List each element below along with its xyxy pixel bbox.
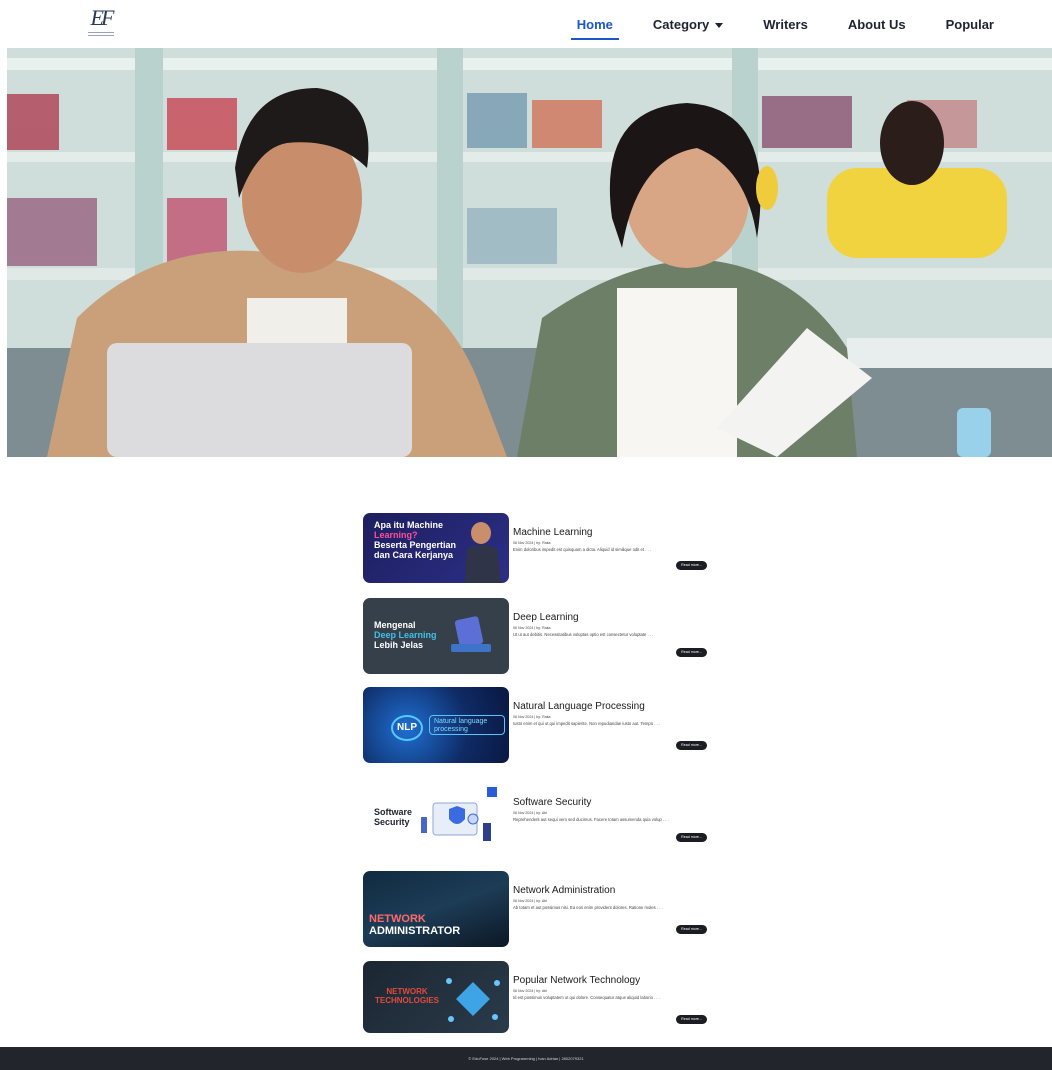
- thumb-line-2: Natural language: [434, 718, 488, 725]
- read-more-button[interactable]: Read more...: [676, 561, 707, 570]
- thumb-line-4: dan Cara Kerjanya: [374, 550, 454, 560]
- article-card-nlp: NLP Natural language processing Natural …: [363, 687, 713, 763]
- thumbnail-deep-learning[interactable]: Mengenal Deep Learning Lebih Jelas: [363, 598, 509, 674]
- nav-home[interactable]: Home: [570, 9, 620, 40]
- thumb-line-1: Apa itu Machine: [374, 520, 444, 530]
- thumbnail-software-security[interactable]: Software Security: [363, 783, 509, 853]
- thumb-line-2: Deep Learning: [374, 630, 437, 640]
- article-meta: 06 Nov 2024 | by: Raka: [513, 715, 551, 719]
- article-card-deep-learning: Mengenal Deep Learning Lebih Jelas Deep …: [363, 598, 713, 674]
- thumbnail-machine-learning[interactable]: Apa itu Machine Learning? Beserta Penger…: [363, 513, 509, 583]
- thumb-line-1: Mengenal: [374, 620, 416, 630]
- thumb-line-2: Security: [374, 817, 410, 827]
- article-excerpt: Id est possimus voluptatem ut qui dolore…: [513, 995, 660, 1000]
- article-meta: 06 Nov 2024 | by: Abi: [513, 899, 548, 903]
- nav-about-us[interactable]: About Us: [842, 9, 912, 40]
- caret-down-icon: [715, 22, 724, 28]
- article-title[interactable]: Natural Language Processing: [513, 701, 645, 712]
- laptop-illustration-icon: [451, 616, 491, 652]
- article-title[interactable]: Network Administration: [513, 885, 615, 896]
- article-meta: 06 Nov 2024 | by: Abi: [513, 811, 548, 815]
- logo-mark: EF: [90, 5, 115, 30]
- thumb-line-1: NETWORK: [369, 913, 426, 925]
- thumbnail-caption: Software Security: [374, 807, 412, 827]
- article-title[interactable]: Deep Learning: [513, 612, 579, 623]
- thumb-line-3: processing: [434, 726, 468, 733]
- nav-writers[interactable]: Writers: [757, 9, 814, 40]
- read-more-button[interactable]: Read more...: [676, 741, 707, 750]
- article-meta: 06 Nov 2024 | by: Raka: [513, 626, 551, 630]
- article-meta: 06 Nov 2024 | by: Abi: [513, 989, 548, 993]
- thumb-line-3: Lebih Jelas: [374, 640, 424, 650]
- thumbnail-network-technologies[interactable]: NETWORK TECHNOLOGIES: [363, 961, 509, 1033]
- nav-popular[interactable]: Popular: [940, 9, 1000, 40]
- nav-category-dropdown[interactable]: Category: [647, 9, 729, 40]
- site-logo[interactable]: EF: [86, 6, 116, 40]
- hero-image: [7, 48, 1052, 457]
- article-meta: 06 Nov 2024 | by: Raka: [513, 541, 551, 545]
- network-chip-illustration-icon: [446, 978, 500, 1022]
- person-figure: [465, 522, 501, 583]
- thumb-line-1: NETWORK: [386, 987, 428, 996]
- article-title[interactable]: Popular Network Technology: [513, 975, 640, 986]
- thumb-line-1: Software: [374, 807, 413, 817]
- article-card-software-security: Software Security Software Security 06 N…: [363, 783, 713, 859]
- logo-underline: [88, 32, 114, 36]
- article-card-machine-learning: Apa itu Machine Learning? Beserta Penger…: [363, 513, 713, 589]
- article-card-popular-network-technology: NETWORK TECHNOLOGIES Popular Network Tec…: [363, 961, 713, 1037]
- thumb-line-2: TECHNOLOGIES: [375, 996, 440, 1005]
- thumb-line-3: Beserta Pengertian: [374, 540, 457, 550]
- article-excerpt: Reprehenderit aut sequi vero sed ducimus…: [513, 817, 669, 822]
- read-more-button[interactable]: Read more...: [676, 1015, 707, 1024]
- read-more-button[interactable]: Read more...: [676, 925, 707, 934]
- nav-menu: Home Category Writers About Us Popular: [570, 0, 1000, 48]
- thumb-line-2: ADMINISTRATOR: [369, 925, 461, 937]
- read-more-button[interactable]: Read more...: [676, 833, 707, 842]
- thumbnail-caption: NETWORK TECHNOLOGIES: [375, 987, 439, 1005]
- thumbnail-caption: Apa itu Machine Learning? Beserta Penger…: [374, 520, 456, 560]
- footer-text: © EduFuse 2024 | Web Programming | Ivan …: [468, 1056, 584, 1061]
- thumb-line-2: Learning?: [374, 530, 418, 540]
- thumbnail-caption: NETWORK ADMINISTRATOR: [369, 913, 460, 937]
- article-title[interactable]: Machine Learning: [513, 527, 593, 538]
- navbar: EF Home Category Writers About Us Popula…: [0, 0, 1052, 48]
- article-excerpt: Iusto enim et qui ut qui impedit sapient…: [513, 721, 661, 726]
- read-more-button[interactable]: Read more...: [676, 648, 707, 657]
- hero-photo-students: [7, 48, 1052, 457]
- nlp-caption: Natural language processing: [429, 715, 505, 735]
- thumbnail-caption: Mengenal Deep Learning Lebih Jelas: [374, 620, 437, 650]
- article-excerpt: Enim doloribus impedit est quisquam a di…: [513, 547, 652, 552]
- article-title[interactable]: Software Security: [513, 797, 591, 808]
- article-card-network-administration: NETWORK ADMINISTRATOR Network Administra…: [363, 871, 713, 947]
- article-excerpt: Ab totam et aut possimus nisi. Ea eos en…: [513, 905, 663, 910]
- thumbnail-nlp[interactable]: NLP Natural language processing: [363, 687, 509, 763]
- nlp-badge: NLP: [391, 715, 423, 741]
- article-excerpt: Ut ut aut debitis. Necessitatibus volupt…: [513, 632, 654, 637]
- security-shield-illustration-icon: [421, 787, 497, 841]
- nav-category-label: Category: [652, 16, 710, 32]
- footer: © EduFuse 2024 | Web Programming | Ivan …: [0, 1047, 1052, 1070]
- thumbnail-network-administration[interactable]: NETWORK ADMINISTRATOR: [363, 871, 509, 947]
